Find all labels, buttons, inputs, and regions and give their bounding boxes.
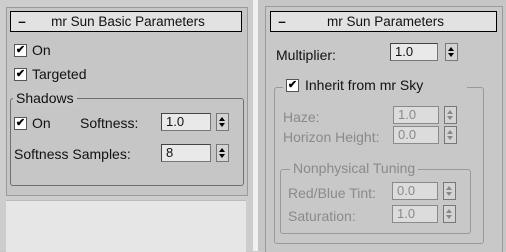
multiplier-spinner[interactable]	[445, 43, 458, 61]
softness-samples-field[interactable]: 8	[161, 144, 211, 162]
horizon-height-field[interactable]: 0.0	[393, 126, 439, 144]
shadows-group	[10, 98, 244, 186]
shadows-group-title: Shadows	[13, 90, 77, 106]
collapse-icon[interactable]: –	[11, 14, 33, 29]
shadows-on-checkbox[interactable]: ✔	[14, 117, 27, 130]
haze-spinner[interactable]	[444, 106, 457, 124]
softness-label: Softness:	[80, 115, 139, 131]
mr-sun-basic-parameters-rollout-header[interactable]: – mr Sun Basic Parameters	[10, 11, 242, 32]
shadows-on-label: On	[32, 115, 51, 131]
softness-field[interactable]: 1.0	[161, 113, 211, 131]
left-empty-area	[6, 200, 246, 252]
inherit-group-title: ✔ Inherit from mr Sky	[283, 76, 467, 94]
targeted-checkbox[interactable]: ✔	[14, 68, 27, 81]
nonphysical-tuning-title: Nonphysical Tuning	[290, 160, 419, 176]
saturation-field[interactable]: 1.0	[392, 205, 438, 223]
on-checkbox[interactable]: ✔	[14, 44, 27, 57]
rollout-title: mr Sun Basic Parameters	[51, 14, 205, 29]
collapse-icon[interactable]: –	[271, 14, 293, 29]
saturation-spinner[interactable]	[443, 205, 456, 223]
multiplier-label: Multiplier:	[276, 47, 336, 63]
softness-spinner[interactable]	[216, 113, 229, 131]
nonphysical-tuning-group	[280, 169, 471, 234]
haze-label: Haze:	[283, 109, 320, 125]
haze-field[interactable]: 1.0	[393, 106, 439, 124]
inherit-from-mr-sky-checkbox[interactable]: ✔	[286, 79, 299, 92]
mr-sun-parameters-rollout-header[interactable]: – mr Sun Parameters	[270, 11, 497, 32]
multiplier-field[interactable]: 1.0	[390, 43, 438, 61]
red-blue-tint-field[interactable]: 0.0	[392, 182, 438, 200]
red-blue-tint-spinner[interactable]	[443, 182, 456, 200]
softness-samples-label: Softness Samples:	[14, 146, 131, 162]
targeted-label: Targeted	[32, 66, 87, 82]
saturation-label: Saturation:	[288, 208, 356, 224]
horizon-height-spinner[interactable]	[444, 126, 457, 144]
inherit-from-mr-sky-label: Inherit from mr Sky	[305, 77, 424, 93]
red-blue-tint-label: Red/Blue Tint:	[288, 185, 376, 201]
horizon-height-label: Horizon Height:	[283, 129, 380, 145]
on-label: On	[32, 42, 51, 58]
softness-samples-spinner[interactable]	[216, 144, 229, 162]
rollout-title: mr Sun Parameters	[326, 14, 445, 29]
